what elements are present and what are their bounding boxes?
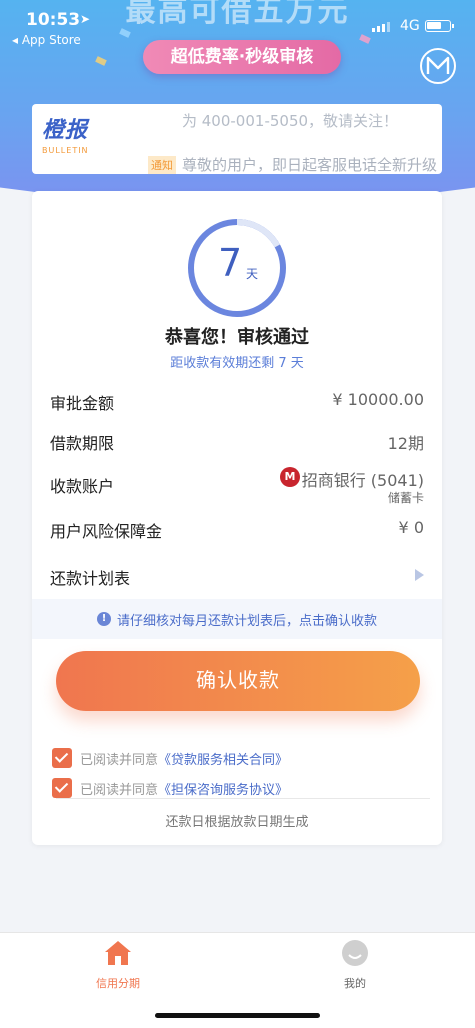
risk-deposit-row: 用户风险保障金 ¥ 0	[50, 518, 424, 541]
bank-card-type: 储蓄卡	[387, 491, 424, 505]
back-to-app-store[interactable]: ◂ App Store	[12, 33, 81, 47]
repayment-schedule-label: 还款计划表	[50, 569, 131, 588]
verify-tip-text: 请仔细核对每月还款计划表后，点击确认收款	[116, 613, 377, 629]
signal-bars-icon	[372, 22, 390, 32]
network-type: 4G	[400, 18, 420, 34]
tab-mine[interactable]: 我的	[310, 939, 400, 991]
notice-line-2: 尊敬的用户，即日起客服电话全新升级	[182, 156, 438, 174]
notice-bulletin[interactable]: 橙报 BULLETIN 为 400-001-5050，敬请关注！ 通知 尊敬的用…	[32, 104, 442, 174]
location-arrow-icon: ➤	[80, 12, 91, 26]
approval-title: 恭喜您！审核通过	[165, 327, 309, 348]
bulletin-logo-sub: BULLETIN	[42, 146, 89, 155]
status-time: 10:53	[26, 10, 81, 30]
notice-line-1: 为 400-001-5050，敬请关注！	[182, 112, 399, 130]
agreement-loan-contract[interactable]: 已阅读并同意 《贷款服务相关合同》	[52, 747, 288, 769]
chevron-right-icon	[415, 569, 424, 581]
agreement-guarantee[interactable]: 已阅读并同意 《担保咨询服务协议》	[52, 777, 288, 799]
home-icon	[105, 941, 131, 965]
risk-deposit-value: ¥ 0	[398, 518, 424, 537]
status-bar: 10:53 ➤ ◂ App Store 4G	[0, 0, 475, 50]
cmb-bank-icon: M	[280, 467, 300, 487]
verify-tip: ! 请仔细核对每月还款计划表后，点击确认收款	[32, 599, 442, 639]
agreement-prefix: 已阅读并同意	[80, 752, 159, 768]
bank-name: 招商银行 (5041)	[301, 471, 424, 490]
loan-contract-link[interactable]: 《贷款服务相关合同》	[158, 749, 288, 768]
amount-label: 审批金额	[50, 394, 115, 413]
agreement-prefix: 已阅读并同意	[80, 782, 159, 798]
countdown-unit: 天	[246, 267, 259, 281]
term-label: 借款期限	[50, 434, 115, 453]
tab-credit-installment[interactable]: 信用分期	[73, 939, 163, 991]
user-face-icon	[342, 940, 368, 966]
account-row: 收款账户 M 招商银行 (5041) 储蓄卡	[50, 467, 424, 513]
home-indicator	[155, 1013, 320, 1018]
repayment-schedule-row[interactable]: 还款计划表	[50, 565, 424, 588]
bulletin-logo: 橙报 BULLETIN	[42, 118, 120, 155]
validity-note: 距收款有效期还剩 7 天	[170, 356, 304, 371]
guarantee-agreement-link[interactable]: 《担保咨询服务协议》	[158, 779, 288, 798]
amount-value: ¥ 10000.00	[332, 390, 424, 409]
info-icon: !	[96, 612, 111, 626]
amount-row: 审批金额 ¥ 10000.00	[50, 390, 424, 413]
confirm-receipt-button[interactable]: 确认收款	[56, 651, 420, 711]
repayment-footnote: 还款日根据放款日期生成	[165, 815, 309, 830]
risk-deposit-label: 用户风险保障金	[50, 522, 163, 541]
term-value: 12期	[387, 434, 424, 453]
confetti-decoration	[95, 56, 107, 66]
divider	[56, 798, 430, 799]
notice-tag: 通知	[148, 156, 176, 174]
countdown-days: 7	[218, 241, 243, 285]
battery-icon	[425, 20, 454, 32]
checkbox-checked[interactable]	[52, 748, 72, 768]
tab-mine-label: 我的	[344, 977, 366, 990]
term-row: 借款期限 12期	[50, 430, 424, 453]
account-label: 收款账户	[50, 477, 115, 496]
tab-credit-installment-label: 信用分期	[96, 977, 140, 990]
approval-card: 7 天 恭喜您！审核通过 距收款有效期还剩 7 天 审批金额 ¥ 10000.0…	[32, 191, 442, 845]
checkbox-checked[interactable]	[52, 778, 72, 798]
bulletin-logo-text: 橙报	[42, 118, 89, 143]
brand-menu-icon[interactable]	[420, 48, 456, 84]
